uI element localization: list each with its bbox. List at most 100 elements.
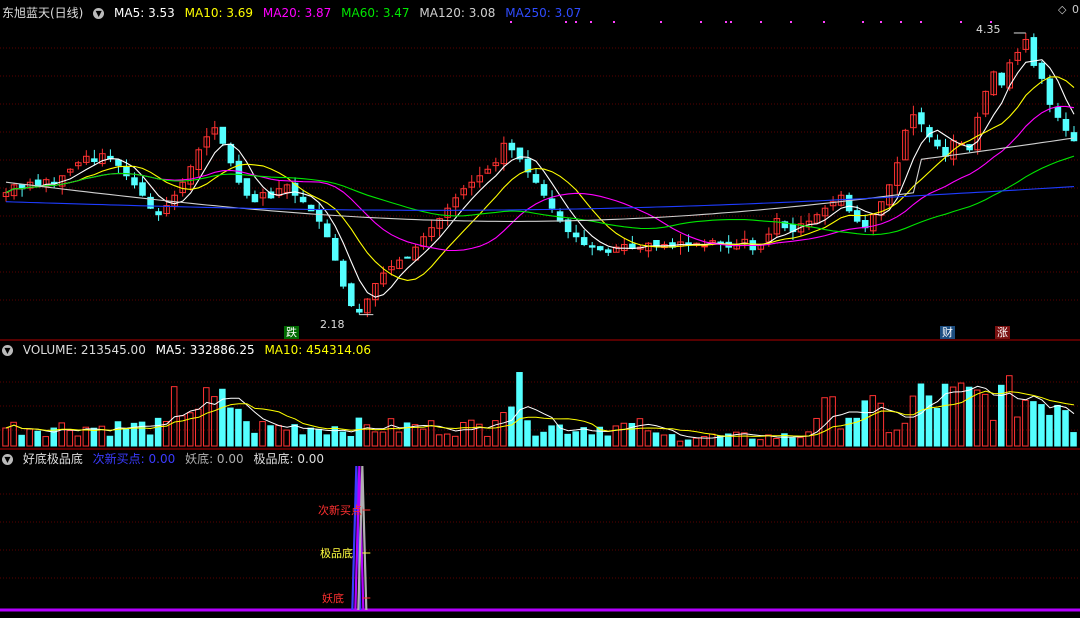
candle-body [323, 223, 331, 238]
ma250-label: MA250: 3.07 [505, 6, 582, 20]
volume-bar [604, 435, 612, 447]
signal-dot [575, 21, 577, 23]
volume-ma5-label: MA5: 332886.25 [155, 343, 255, 357]
candle-body [588, 245, 596, 248]
tag-cai[interactable]: 财 [940, 326, 955, 339]
volume-bar [251, 432, 258, 447]
volume-bar [291, 424, 298, 447]
candle-body [131, 177, 138, 186]
volume-bar [965, 386, 973, 447]
stock-title[interactable]: 东旭蓝天(日线) [2, 6, 83, 20]
volume-bar [741, 432, 748, 447]
volume-bar [275, 424, 282, 447]
volume-bar [805, 431, 812, 447]
volume-bar [1054, 404, 1061, 447]
volume-bar [925, 395, 933, 447]
indicator-s1-label: 次新买点: 0.00 [92, 452, 176, 466]
corner-text[interactable]: 0 [1072, 3, 1079, 16]
candle-body [998, 72, 1005, 86]
ma120-label: MA120: 3.08 [419, 6, 496, 20]
volume-bar [315, 428, 322, 447]
volume-bar [243, 421, 250, 447]
high-price-label: 4.35 [976, 23, 1001, 36]
candle-body [331, 237, 339, 261]
volume-bar [451, 435, 459, 447]
volume-bar [901, 422, 909, 447]
signal-dot [960, 21, 962, 23]
ma10-label: MA10: 3.69 [184, 6, 254, 20]
volume-bar [219, 388, 226, 447]
volume-bar [644, 430, 652, 447]
indicator-s2-label: 妖底: 0.00 [185, 452, 244, 466]
volume-bar [789, 437, 796, 447]
ma20-label: MA20: 3.87 [262, 6, 332, 20]
volume-bar [299, 434, 306, 447]
volume-bar [227, 407, 234, 447]
volume-bar [186, 412, 194, 447]
volume-bar [572, 431, 579, 447]
volume-bar [869, 395, 877, 447]
candle-body [340, 260, 347, 287]
volume-bar [797, 437, 804, 447]
candle-body [1062, 118, 1070, 131]
volume-bar [917, 383, 925, 447]
volume-bar [355, 417, 363, 447]
volume-bar [524, 420, 531, 447]
volume-bar [580, 427, 587, 447]
volume-bar [122, 427, 130, 447]
volume-bar [403, 422, 411, 447]
tag-zhang[interactable]: 涨 [995, 326, 1010, 339]
volume-bar [146, 434, 154, 447]
volume-bar [1062, 410, 1069, 447]
volume-ma10-label: MA10: 454314.06 [264, 343, 372, 357]
volume-bar [114, 421, 122, 447]
candle-body [315, 210, 323, 222]
volume-bar [267, 425, 274, 447]
candle-body [1054, 106, 1062, 118]
volume-bar [957, 382, 965, 447]
candle-body [404, 256, 411, 259]
volume-bar [34, 430, 41, 447]
signal-dot [900, 21, 902, 23]
volume-bar [50, 427, 58, 447]
candle-body [139, 182, 146, 196]
volume-bar [235, 408, 242, 447]
volume-bar [138, 421, 146, 447]
candle-body [307, 204, 315, 212]
settings-toggle-icon[interactable]: ▼ [93, 8, 105, 19]
volume-bar [74, 435, 82, 447]
volume-bar [1038, 404, 1045, 447]
volume-bar [500, 412, 507, 447]
volume-bar [829, 396, 836, 447]
volume-bar [66, 430, 74, 447]
volume-bar [845, 417, 852, 447]
candle-body [123, 166, 130, 177]
volume-bar [1070, 432, 1077, 447]
volume-bar [443, 433, 451, 447]
volume-bar [564, 433, 571, 447]
candle-body [564, 219, 572, 233]
volume-bar [259, 421, 266, 447]
volume-bar [435, 434, 443, 447]
chart-canvas[interactable] [0, 0, 1080, 618]
volume-bar [620, 422, 628, 447]
volume-bar [395, 431, 403, 447]
volume-bar [660, 434, 668, 447]
volume-bar [484, 435, 491, 447]
volume-bar [42, 436, 49, 447]
volume-bar [837, 428, 844, 447]
signal-dot [862, 21, 864, 23]
candle-body [532, 174, 540, 183]
candle-body [653, 240, 660, 247]
volume-bar [949, 386, 957, 447]
diamond-icon[interactable]: ◇ [1058, 3, 1066, 16]
indicator-name[interactable]: 好底极品底 [23, 452, 83, 466]
volume-bar [1046, 414, 1053, 447]
volume-bar [2, 427, 9, 447]
volume-bar [652, 432, 660, 447]
volume-toggle-icon[interactable]: ▼ [2, 345, 13, 356]
tag-die[interactable]: 跌 [284, 326, 299, 339]
indicator-toggle-icon[interactable]: ▼ [2, 454, 13, 465]
volume-bar [757, 439, 764, 447]
volume-bar [460, 421, 467, 447]
